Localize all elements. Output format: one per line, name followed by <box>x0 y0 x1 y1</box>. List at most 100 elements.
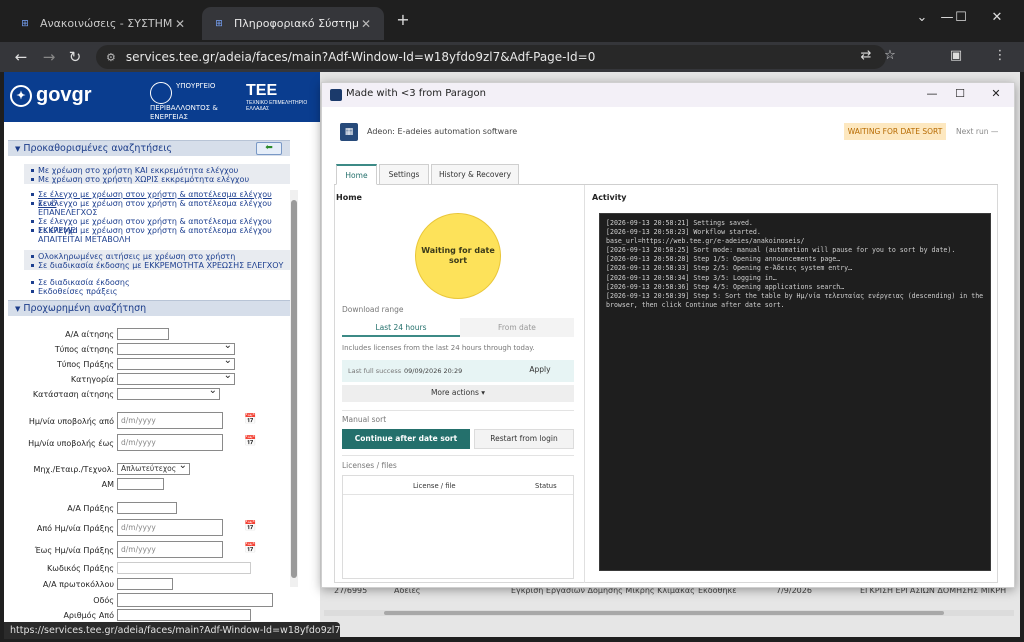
horizontal-scrollbar[interactable] <box>324 610 1014 616</box>
gov-emblem-icon: ✦ <box>10 84 32 107</box>
ministry-emblem-icon <box>150 82 172 104</box>
activity-heading: Activity <box>592 193 627 202</box>
browser-toolbar: ← → ↻ ⚙ services.tee.gr/adeia/faces/main… <box>0 42 1024 72</box>
predefined-link[interactable]: Σε έλεγχο με χρέωση στον χρήστη & αποτέλ… <box>31 226 292 244</box>
app-header: ▦ Adeon: E-adeies automation software WA… <box>322 107 1014 155</box>
status-circle: Waiting for date sort <box>415 213 501 299</box>
home-heading: Home <box>336 193 362 202</box>
col-status: Status <box>535 482 557 490</box>
maximize-window-button[interactable]: ☐ <box>946 10 976 25</box>
am-input[interactable] <box>117 478 164 490</box>
predefined-link[interactable]: Σε διαδικασία έκδοσης <box>31 278 292 287</box>
predefined-link[interactable]: Σε έλεγχο με χρέωση στον χρήστη & αποτέλ… <box>31 199 292 217</box>
apply-button[interactable]: Apply <box>508 361 572 381</box>
calendar-icon[interactable]: 📅 <box>244 414 256 426</box>
log-line: base_url=https://web.tee.gr/e-adeies/ana… <box>606 237 805 246</box>
calendar-icon[interactable]: 📅 <box>244 521 256 533</box>
log-line: [2026-09-13 20:58:39] Step 5: Sort the t… <box>606 291 988 309</box>
last-success-label: Last full success <box>348 367 402 375</box>
reading-mode-icon[interactable]: ▣ <box>946 48 966 63</box>
url-text: services.tee.gr/adeia/faces/main?Adf-Win… <box>125 50 596 64</box>
act-to-input[interactable]: d/m/yyyy <box>117 541 223 558</box>
street-input[interactable] <box>117 593 273 607</box>
log-line: [2026-09-13 20:58:33] Step 2/5: Opening … <box>606 264 853 273</box>
predefined-link[interactable]: Εκδοθείσες πράξεις <box>31 287 292 296</box>
advanced-search-header[interactable]: ▼ Προχωρημένη αναζήτηση <box>8 300 290 316</box>
left-panel-scrollbar[interactable] <box>290 190 298 587</box>
act-type-select[interactable] <box>117 356 235 370</box>
engineer-label: Μηχ./Εταιρ./Τεχνολ. <box>33 465 114 474</box>
status-url-bar: https://services.tee.gr/adeia/faces/main… <box>4 622 340 639</box>
automation-app-window: Made with <3 from Paragon — ☐ ✕ ▦ Adeon:… <box>321 82 1015 588</box>
col-license-file: License / file <box>413 482 456 490</box>
building-icon: ▦ <box>340 123 358 141</box>
app-type-select[interactable] <box>117 341 235 355</box>
submit-from-input[interactable]: d/m/yyyy <box>117 412 223 429</box>
tab-title: Ανακοινώσεις - ΣΥΣΤΗΜΑ ΗΛΕΚ <box>40 17 172 30</box>
close-tab-icon[interactable]: ✕ <box>358 17 374 31</box>
separator <box>342 455 574 456</box>
log-line: [2026-09-13 20:58:21] Settings saved. <box>606 219 753 227</box>
submit-to-label: Ημ/νία υποβολής έως <box>28 439 114 448</box>
log-line: [2026-09-13 20:58:34] Step 3/5: Logging … <box>606 273 777 282</box>
translate-icon[interactable]: ⇄ <box>856 48 876 63</box>
site-info-icon[interactable]: ⚙ <box>106 51 116 64</box>
new-tab-button[interactable]: + <box>388 10 418 29</box>
panel-divider <box>584 185 585 583</box>
reload-icon[interactable]: ↻ <box>64 48 86 66</box>
app-state-label: Κατάσταση αίτησης <box>32 390 114 399</box>
tab-home[interactable]: Home <box>336 164 377 185</box>
back-button[interactable]: ⬅ <box>256 142 282 155</box>
app-minimize-button[interactable]: — <box>922 87 942 100</box>
act-no-input[interactable] <box>117 502 177 514</box>
close-window-button[interactable]: ✕ <box>982 10 1012 25</box>
app-type-label: Τύπος αίτησης <box>54 345 114 354</box>
category-label: Κατηγορία <box>70 375 114 384</box>
act-from-input[interactable]: d/m/yyyy <box>117 519 223 536</box>
tab-history-recovery[interactable]: History & Recovery <box>431 164 519 185</box>
more-actions-button[interactable]: More actions ▾ <box>342 385 574 402</box>
restart-from-login-button[interactable]: Restart from login <box>474 429 574 449</box>
app-title-bar: Made with <3 from Paragon — ☐ ✕ <box>322 83 1014 107</box>
submit-to-input[interactable]: d/m/yyyy <box>117 434 223 451</box>
manual-sort-label: Manual sort <box>342 415 387 424</box>
number-from-input[interactable] <box>117 609 251 621</box>
predefined-link[interactable]: Ολοκληρωμένες αιτήσεις με χρέωση στο χρή… <box>31 252 292 261</box>
browser-tab-eadeies[interactable]: ⊞ Πληροφοριακό Σύστημα e-Άδει ✕ <box>202 7 384 40</box>
act-code-input[interactable] <box>117 562 251 574</box>
site-favicon-icon: ⊞ <box>21 18 29 29</box>
browser-menu-icon[interactable]: ⋮ <box>990 48 1010 63</box>
site-header: ✦ govgr ΥΠΟΥΡΓΕΙΟ ΠΕΡΙΒΑΛΛΟΝΤΟΣ & ΕΝΕΡΓΕΙ… <box>4 72 324 122</box>
close-tab-icon[interactable]: ✕ <box>172 17 188 31</box>
protocol-input[interactable] <box>117 578 173 590</box>
predefined-link[interactable]: Σε διαδικασία έκδοσης με ΕΚΚΡΕΜΟΤΗΤΑ ΧΡΕ… <box>31 261 292 270</box>
bookmark-star-icon[interactable]: ☆ <box>880 48 900 63</box>
predefined-searches-header[interactable]: ▼ Προκαθορισμένες αναζητήσεις ⬅ <box>8 140 290 156</box>
predefined-link[interactable]: Με χρέωση στο χρήστη ΧΩΡΙΣ εκκρεμότητα ε… <box>31 175 292 184</box>
calendar-icon[interactable]: 📅 <box>244 543 256 555</box>
activity-log[interactable]: [2026-09-13 20:58:21] Settings saved. [2… <box>599 213 991 571</box>
tab-settings[interactable]: Settings <box>379 164 429 185</box>
back-arrow-icon[interactable]: ← <box>10 48 32 66</box>
act-to-label: Έως Ημ/νία Πράξης <box>34 546 114 555</box>
calendar-icon[interactable]: 📅 <box>244 436 256 448</box>
continue-after-sort-button[interactable]: Continue after date sort <box>342 429 470 449</box>
browser-tab-announcements[interactable]: ⊞ Ανακοινώσεις - ΣΥΣΤΗΜΑ ΗΛΕΚ ✕ <box>8 7 198 40</box>
log-line: [2026-09-13 20:58:36] Step 4/5: Opening … <box>606 282 845 291</box>
app-close-button[interactable]: ✕ <box>986 87 1006 100</box>
forward-arrow-icon[interactable]: → <box>38 48 60 66</box>
gov-logo[interactable]: ✦ govgr <box>10 84 92 107</box>
app-state-select[interactable] <box>117 386 220 400</box>
range-from-date[interactable]: From date <box>460 318 574 337</box>
collapse-triangle-icon: ▼ <box>15 145 21 153</box>
range-last-24h[interactable]: Last 24 hours <box>342 318 460 337</box>
category-select[interactable] <box>117 371 235 385</box>
act-no-label: Α/Α Πράξης <box>67 504 114 513</box>
app-maximize-button[interactable]: ☐ <box>950 87 970 100</box>
address-bar[interactable]: ⚙ services.tee.gr/adeia/faces/main?Adf-W… <box>96 45 886 69</box>
engineer-select[interactable]: Απλωτεύτεχος <box>117 461 190 475</box>
log-line: [2026-09-13 20:58:23] Workflow started. <box>606 228 761 237</box>
act-type-label: Τύπος Πράξης <box>56 360 114 369</box>
app-no-input[interactable] <box>117 328 169 340</box>
predefined-link[interactable]: Με χρέωση στο χρήστη ΚΑΙ εκκρεμότητα ελέ… <box>31 166 292 175</box>
